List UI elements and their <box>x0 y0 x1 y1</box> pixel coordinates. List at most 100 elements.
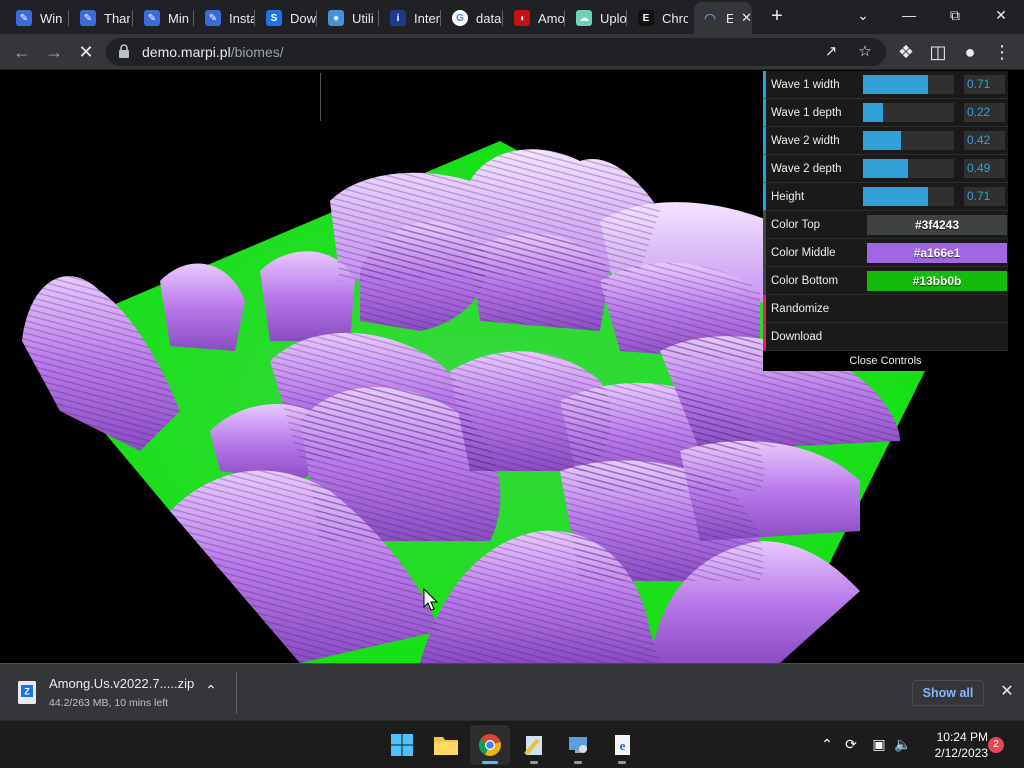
caret-line <box>320 73 321 121</box>
close-download-bar-icon[interactable]: ✕ <box>996 680 1018 704</box>
close-controls-button[interactable]: Close Controls <box>763 351 1008 371</box>
zip-file-icon[interactable]: Z <box>16 680 40 706</box>
browser-tab[interactable]: S Dow <box>258 4 318 32</box>
cloud-icon: ☁ <box>576 10 592 26</box>
share-icon[interactable]: ↗ <box>822 43 840 61</box>
file-explorer-button[interactable] <box>426 725 466 765</box>
browser-tab[interactable]: i Inter <box>382 4 442 32</box>
color-picker-input[interactable]: #13bb0b <box>867 271 1007 291</box>
pencil-icon: ✎ <box>144 10 160 26</box>
url-text[interactable]: demo.marpi.pl/biomes/ <box>142 44 284 60</box>
slider-fill <box>863 103 884 122</box>
start-button[interactable] <box>382 725 422 765</box>
speaker-icon[interactable]: 🔈 <box>894 735 912 753</box>
tab-title: E <box>726 10 734 26</box>
color-picker-input[interactable]: #3f4243 <box>867 215 1007 235</box>
slider-value-input[interactable]: 0.22 <box>964 103 1005 122</box>
pencil-icon: ✎ <box>205 10 221 26</box>
slider-value-input[interactable]: 0.42 <box>964 131 1005 150</box>
download-status: 44.2/263 MB, 10 mins left <box>49 697 169 709</box>
globe-icon: ● <box>328 10 344 26</box>
slider-track[interactable] <box>863 131 954 150</box>
ie-button[interactable]: e <box>602 725 642 765</box>
system-clock[interactable]: 10:24 PM 2/12/2023 <box>920 729 988 761</box>
tab-title: Min <box>168 10 189 26</box>
function-button[interactable]: Randomize <box>763 295 1008 323</box>
tab-separator <box>564 10 565 26</box>
tab-separator <box>254 10 255 26</box>
divider <box>236 672 237 714</box>
slider-value-input[interactable]: 0.49 <box>964 159 1005 178</box>
address-bar[interactable]: demo.marpi.pl/biomes/ ↗ ☆ <box>106 38 886 66</box>
tab-title: Uplo <box>600 10 626 26</box>
stop-loading-button[interactable]: ✕ <box>74 40 98 64</box>
slider-label: Wave 1 width <box>771 78 840 91</box>
extensions-puzzle-icon[interactable]: ❖ <box>894 40 918 64</box>
network-icon[interactable]: ▣ <box>870 735 888 753</box>
control-panel-button[interactable] <box>558 725 598 765</box>
browser-tab[interactable]: E Chro <box>630 4 690 32</box>
slider-row: Height 0.71 <box>763 183 1008 211</box>
amongus-icon: ◖ <box>514 10 530 26</box>
color-picker-input[interactable]: #a166e1 <box>867 243 1007 263</box>
tab-title: Utili <box>352 10 374 26</box>
browser-tab[interactable]: Gdata <box>444 4 504 32</box>
forward-button[interactable]: → <box>42 40 66 64</box>
notification-badge[interactable]: 2 <box>988 737 1004 753</box>
tab-separator <box>68 10 69 26</box>
restore-button[interactable]: ⧉ <box>941 4 969 26</box>
intel-icon: i <box>390 10 406 26</box>
notepad-button[interactable] <box>514 725 554 765</box>
browser-tab[interactable]: ◖ Amo <box>506 4 566 32</box>
tab-separator <box>378 10 379 26</box>
function-button[interactable]: Download <box>763 323 1008 351</box>
slider-track[interactable] <box>863 103 954 122</box>
control-panel-icon <box>569 737 587 753</box>
show-all-button[interactable]: Show all <box>912 680 984 706</box>
page-viewport[interactable]: Wave 1 width 0.71 Wave 1 depth 0.22 Wave 2 w… <box>0 71 1024 663</box>
clock-date: 2/12/2023 <box>934 746 988 760</box>
browser-tab[interactable]: ✎ Min <box>136 4 196 32</box>
slider-value-input[interactable]: 0.71 <box>964 187 1005 206</box>
notepad-icon <box>524 736 542 755</box>
slider-track[interactable] <box>863 75 954 94</box>
slider-fill <box>863 159 908 178</box>
tab-title: Inter <box>414 10 440 26</box>
slider-track[interactable] <box>863 159 954 178</box>
tab-strip: + ⌄ — ⧉ ✕ ✎ Win ✎ Thar ✎ Min ✎ Insta S Dow ● Utili i… <box>0 0 1024 34</box>
minimize-button[interactable]: — <box>895 4 923 26</box>
new-tab-button[interactable]: + <box>766 6 788 28</box>
chrome-taskbar-button[interactable] <box>470 725 510 765</box>
profile-avatar-icon[interactable]: ● <box>958 40 982 64</box>
color-label: Color Bottom <box>771 274 839 287</box>
tab-separator <box>626 10 627 26</box>
slider-value-input[interactable]: 0.71 <box>964 75 1005 94</box>
chevron-up-tray-icon[interactable]: ⌃ <box>818 735 836 753</box>
bookmark-star-icon[interactable]: ☆ <box>856 43 874 61</box>
tab-title: Amo <box>538 10 564 26</box>
side-panel-icon[interactable]: ◫ <box>926 40 950 64</box>
windows-taskbar: e ⌃ ⟳ ▣ 🔈 10:24 PM 2/12/2023 2 <box>0 720 1024 768</box>
tab-separator <box>440 10 441 26</box>
sync-icon[interactable]: ⟳ <box>842 735 860 753</box>
browser-tab[interactable]: ● Utili <box>320 4 380 32</box>
browser-tab[interactable]: ☁ Uplo <box>568 4 628 32</box>
slider-track[interactable] <box>863 187 954 206</box>
menu-kebab-icon[interactable]: ⋮ <box>990 40 1014 64</box>
browser-tab[interactable]: ✎ Thar <box>72 4 132 32</box>
browser-tab[interactable]: ✎ Win <box>8 4 68 32</box>
slider-row: Wave 1 depth 0.22 <box>763 99 1008 127</box>
back-button[interactable]: ← <box>10 40 34 64</box>
start-icon <box>391 734 413 756</box>
tab-separator <box>132 10 133 26</box>
svg-text:Z: Z <box>24 687 30 697</box>
tab-search-icon[interactable]: ⌄ <box>849 4 877 26</box>
close-window-button[interactable]: ✕ <box>987 4 1015 26</box>
chevron-up-icon[interactable]: ⌃ <box>205 682 217 699</box>
browser-tab[interactable]: ✎ Insta <box>197 4 257 32</box>
slider-row: Wave 2 depth 0.49 <box>763 155 1008 183</box>
browser-tab[interactable]: ◠ E ✕ <box>694 2 752 34</box>
lock-icon[interactable] <box>118 44 130 58</box>
close-tab-icon[interactable]: ✕ <box>741 10 752 26</box>
download-filename[interactable]: Among.Us.v2022.7.....zip <box>49 676 194 691</box>
